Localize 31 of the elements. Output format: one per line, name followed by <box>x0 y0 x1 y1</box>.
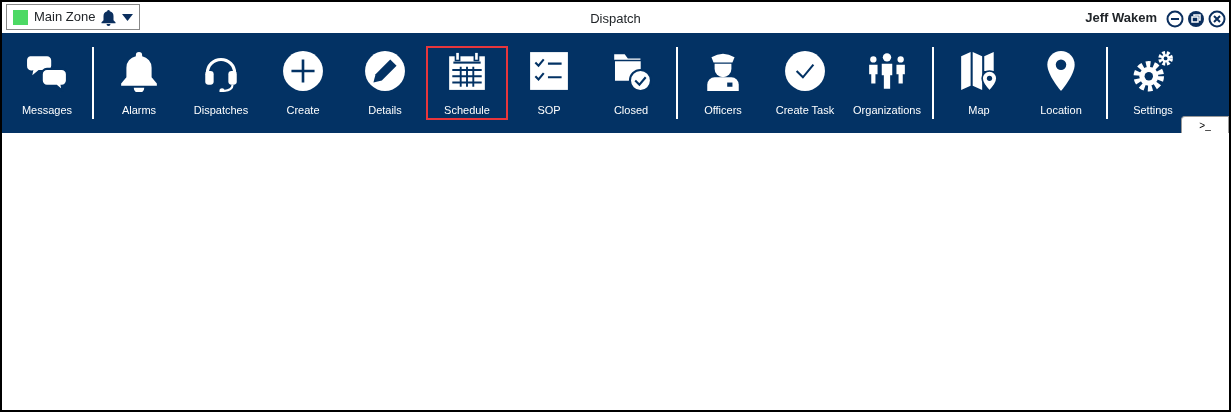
pencil-circle-icon <box>364 50 406 92</box>
toolbar-button[interactable]: Organizations <box>846 46 928 120</box>
minimize-button[interactable] <box>1166 8 1184 27</box>
check-circle-icon <box>784 50 826 92</box>
restore-button[interactable] <box>1187 8 1205 27</box>
plus-circle-icon <box>282 50 324 92</box>
toolbar-button[interactable]: Dispatches <box>180 46 262 120</box>
zone-selector[interactable]: Main Zone <box>6 4 141 30</box>
zone-label: Main Zone <box>34 8 96 27</box>
console-tab[interactable]: >_ <box>1181 116 1229 133</box>
settings-icon <box>1132 50 1174 92</box>
checklist-icon <box>528 50 570 92</box>
toolbar-button[interactable]: Location <box>1020 46 1102 120</box>
bell-icon <box>118 50 160 92</box>
close-button[interactable] <box>1208 8 1226 27</box>
user-name: Jeff Wakem <box>1085 9 1157 27</box>
toolbar-button[interactable]: Officers <box>682 46 764 120</box>
toolbar-button[interactable]: SOP <box>508 46 590 120</box>
toolbar-button[interactable]: Messages <box>6 46 88 120</box>
bell-icon <box>101 8 117 26</box>
toolbar-button[interactable]: Details <box>344 46 426 120</box>
toolbar-button[interactable]: Closed <box>590 46 672 120</box>
caret-icon <box>122 13 134 21</box>
window-title: Dispatch <box>590 11 641 26</box>
toolbar-button[interactable]: Alarms <box>98 46 180 120</box>
toolbar-button[interactable]: Create Task <box>764 46 846 120</box>
calendar-icon <box>446 50 488 92</box>
toolbar-button[interactable]: Create <box>262 46 344 120</box>
people-icon <box>866 50 908 92</box>
toolbar-button[interactable]: Map <box>938 46 1020 120</box>
toolbar-button[interactable]: Schedule <box>426 46 508 120</box>
